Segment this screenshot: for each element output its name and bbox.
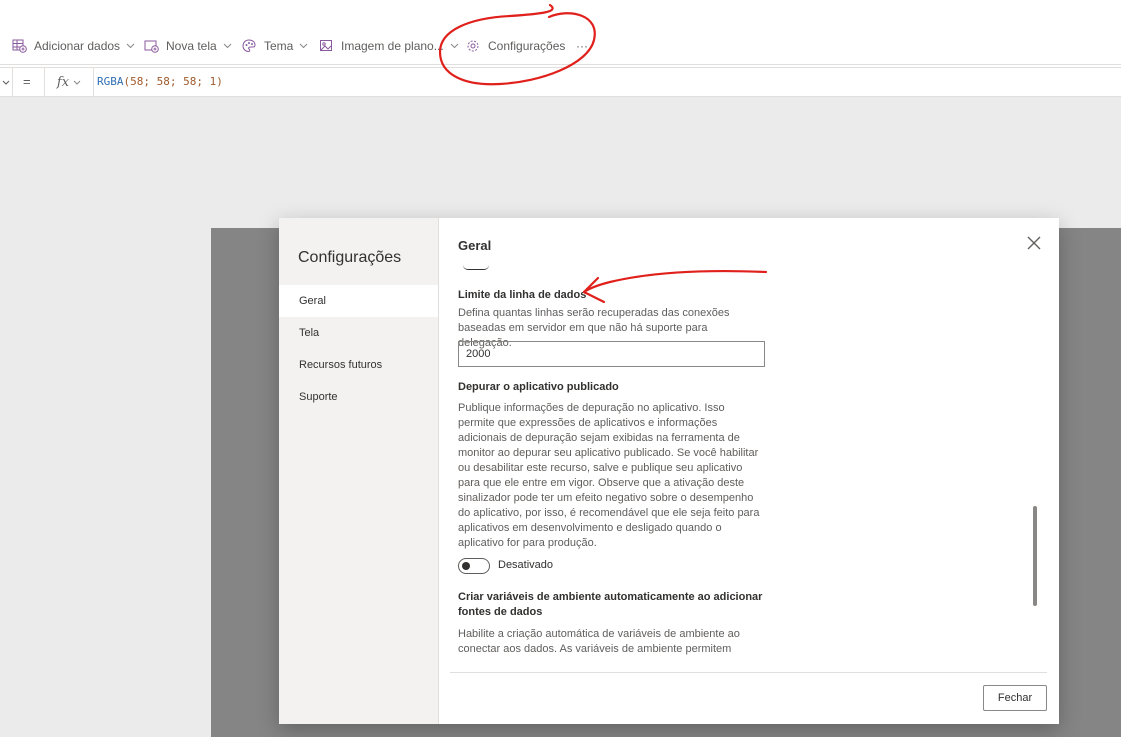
debug-title: Depurar o aplicativo publicado [458,381,619,393]
settings-label: Configurações [488,39,566,53]
close-button[interactable]: Fechar [983,685,1047,711]
settings-sidebar: Configurações Geral Tela Recursos futuro… [279,218,439,724]
chevron-down-icon [223,43,232,49]
row-limit-input[interactable]: 2000 [458,341,765,367]
background-image-label: Imagem de plano... [341,39,444,53]
chevron-down-icon [2,80,10,85]
toggle-knob [462,562,470,570]
env-vars-description: Habilite a criação automática de variáve… [458,628,740,655]
fx-button[interactable]: fx [44,68,94,96]
chevron-down-icon [73,80,81,85]
footer-divider [450,672,1047,673]
theme-label: Tema [264,39,294,53]
new-screen-icon [144,40,159,53]
nav-item-tela[interactable]: Tela [279,317,438,349]
row-limit-title: Limite da linha de dados [458,289,587,301]
new-screen-button[interactable]: Nova tela [144,37,239,55]
new-screen-label: Nova tela [166,39,217,53]
formula-function: RGBA [97,75,124,88]
settings-dialog: Configurações Geral Tela Recursos futuro… [279,218,1059,724]
table-add-icon [12,39,27,53]
background-image-button[interactable]: Imagem de plano... [319,37,466,55]
chevron-down-icon [126,43,135,49]
settings-title: Configurações [298,249,402,266]
debug-description: Publique informações de depuração no apl… [458,402,760,549]
image-icon [320,40,332,51]
settings-button[interactable]: Configurações [466,37,565,55]
nav-item-recursos-futuros[interactable]: Recursos futuros [279,349,438,381]
formula-args: (58; 58; 58; 1) [123,75,223,88]
scrollbar-thumb[interactable] [1033,506,1037,606]
equals-sign: = [23,74,31,89]
add-data-button[interactable]: Adicionar dados [12,37,142,55]
add-data-label: Adicionar dados [34,39,121,53]
env-vars-title: Criar variáveis de ambiente automaticame… [458,591,763,618]
formula-bar: = fx RGBA(58; 58; 58; 1) [0,67,1121,97]
chevron-down-icon [450,43,459,49]
close-icon[interactable] [1026,235,1042,251]
settings-content[interactable]: Limite da linha de dados Defina quantas … [458,258,778,656]
debug-toggle[interactable] [458,558,490,574]
nav-item-geral[interactable]: Geral [279,285,438,317]
chevron-down-icon [299,43,308,49]
property-dropdown[interactable] [0,68,13,96]
fx-icon: fx [56,74,70,90]
command-bar: Adicionar dados Nova tela Tema Imagem de… [0,0,1121,65]
panel-title: Geral [458,238,492,253]
gear-icon [467,40,479,52]
debug-toggle-label: Desativado [498,559,554,571]
theme-button[interactable]: Tema [242,37,315,55]
palette-icon [242,39,256,53]
more-options-button[interactable]: ··· [576,37,588,55]
nav-item-suporte[interactable]: Suporte [279,381,438,413]
more-icon: ··· [576,39,588,53]
previous-control-edge [463,265,489,270]
formula-input[interactable]: RGBA(58; 58; 58; 1) [97,75,223,88]
